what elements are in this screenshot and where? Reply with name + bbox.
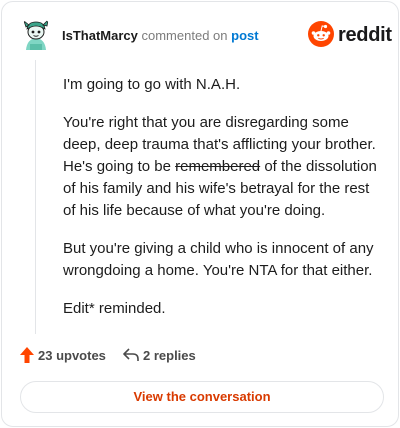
comment-paragraph: But you're giving a child who is innocen… [63,240,374,279]
reddit-logo-icon [308,21,334,47]
comment-body: I'm going to go with N.A.H. You're right… [63,74,385,336]
reddit-wordmark: reddit [338,24,392,46]
comment-header: IsThatMarcy commented on post reddit [18,17,392,53]
comment-embed-card: IsThatMarcy commented on post reddit I'm… [1,1,399,427]
view-conversation-button[interactable]: View the conversation [20,381,384,413]
upvote-arrow-icon [20,347,34,363]
comment-paragraph: Edit* reminded. [63,300,166,317]
upvote-count: 23 upvotes [38,348,106,363]
strikethrough-text: remembered [175,158,261,175]
post-link[interactable]: post [231,28,258,43]
snoo-avatar-icon[interactable] [18,17,54,53]
username-link[interactable]: IsThatMarcy [62,28,138,43]
reply-count: 2 replies [143,348,196,363]
comment-paragraph: I'm going to go with N.A.H. [63,76,241,93]
comment-actions: 23 upvotes 2 replies [20,346,380,366]
action-text: commented on [141,28,228,43]
thread-line [35,60,36,334]
comment-meta: IsThatMarcy commented on post [62,28,259,44]
comment-paragraph: You're right that you are disregarding s… [63,112,385,222]
reply-arrow-icon [123,348,139,361]
reddit-brand[interactable]: reddit [308,21,392,49]
